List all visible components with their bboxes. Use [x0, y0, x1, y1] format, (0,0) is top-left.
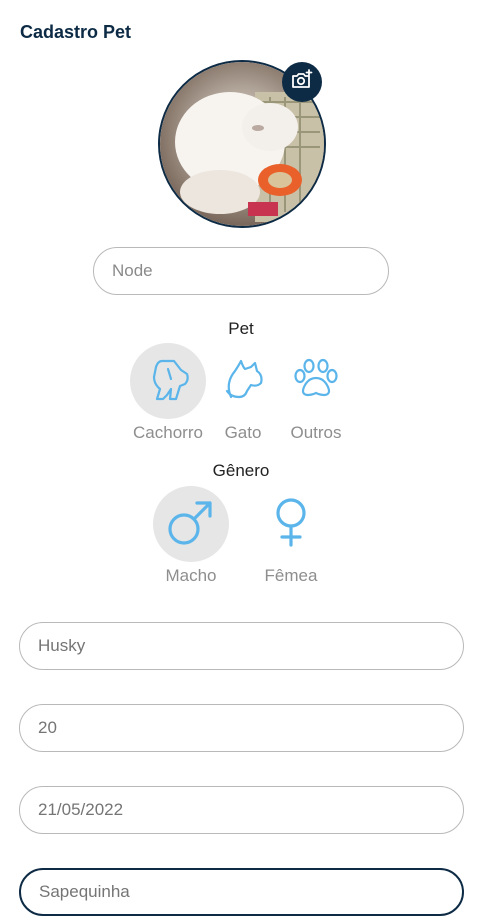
birth-date-input[interactable] [19, 786, 464, 834]
gender-option-macho[interactable]: Macho [136, 486, 246, 586]
camera-add-icon [290, 68, 314, 97]
gender-option-macho-circle [153, 486, 229, 562]
gender-option-label: Fêmea [264, 566, 318, 585]
pet-option-label: Outros [290, 423, 342, 442]
gender-option-femea[interactable]: Fêmea [236, 486, 346, 586]
pet-option-outros[interactable]: Outros [261, 343, 371, 443]
pet-photo-container [158, 60, 326, 228]
gender-label: Gênero [212, 461, 270, 480]
age-input[interactable] [19, 704, 464, 752]
breed-input[interactable] [19, 622, 464, 670]
pet-type-label: Pet [228, 319, 254, 338]
pet-name-input[interactable] [93, 247, 389, 295]
male-icon [164, 495, 218, 554]
female-icon [264, 495, 318, 554]
change-photo-button[interactable] [282, 62, 322, 102]
gender-option-label: Macho [165, 566, 217, 585]
page-title: Cadastro Pet [20, 22, 132, 42]
gender-option-femea-circle [253, 486, 329, 562]
paw-icon [291, 354, 341, 409]
pet-option-outros-circle [278, 343, 354, 419]
nickname-input[interactable] [19, 868, 464, 916]
dog-icon [142, 353, 194, 410]
